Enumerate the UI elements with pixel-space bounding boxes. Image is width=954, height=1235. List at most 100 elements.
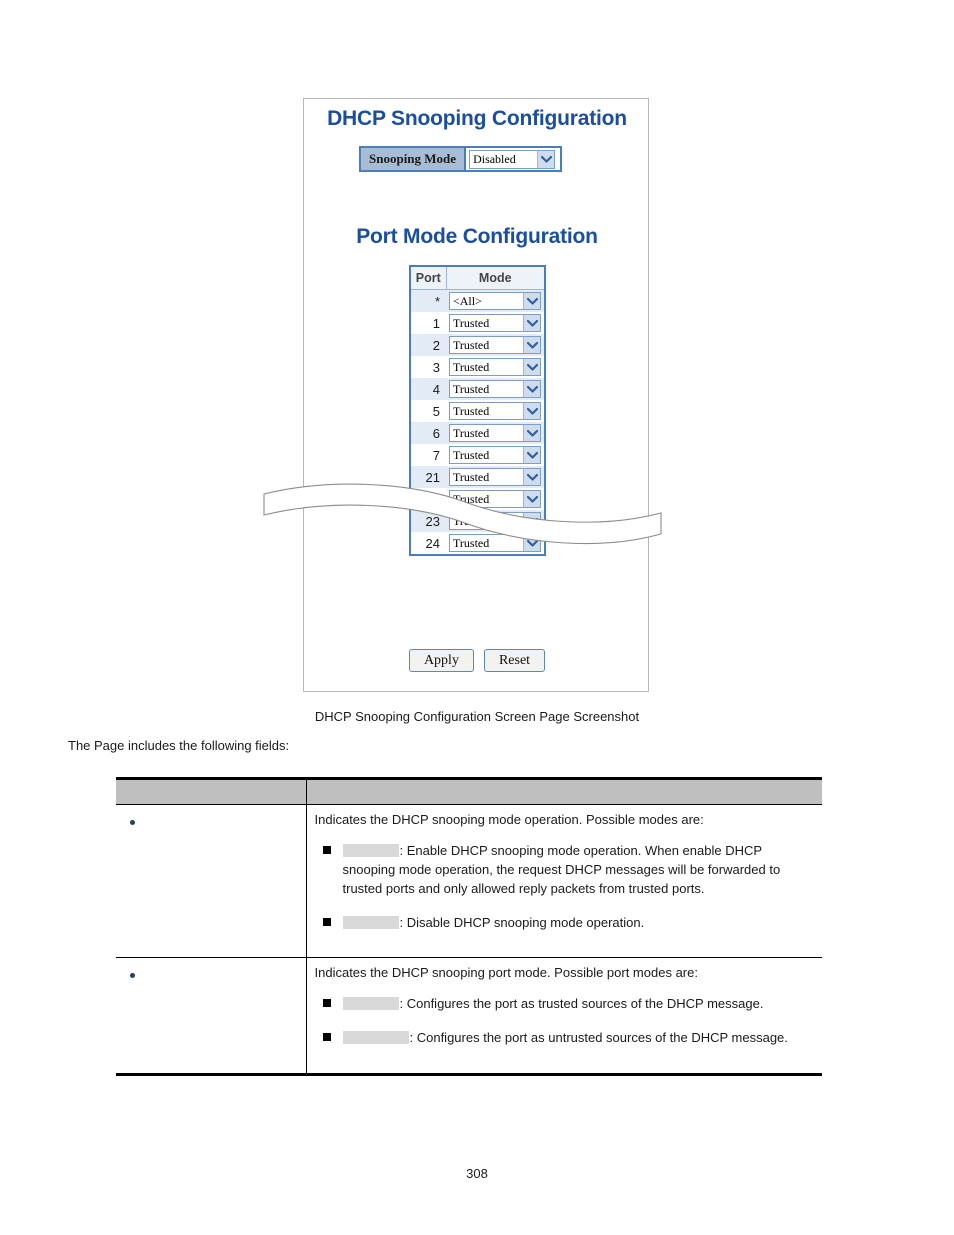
square-bullet-icon — [322, 846, 331, 854]
chevron-down-icon[interactable] — [523, 381, 540, 397]
description-item-text: : Configures the port as untrusted sourc… — [342, 1029, 817, 1048]
port-number-cell: 1 — [411, 312, 446, 334]
port-number-cell: 3 — [411, 356, 446, 378]
port-mode-value: Trusted — [453, 514, 490, 528]
chevron-down-icon[interactable] — [523, 359, 540, 375]
port-mode-cell: Trusted — [446, 312, 544, 334]
field-name-cell — [116, 803, 307, 958]
table-row: 24 Trusted — [411, 532, 544, 554]
port-number-cell: 23 — [411, 510, 446, 532]
description-bullet-item: : Configures the port as trusted sources… — [315, 995, 817, 1014]
port-number-cell: 6 — [411, 422, 446, 444]
reset-button[interactable]: Reset — [483, 649, 546, 673]
chevron-down-icon[interactable] — [523, 469, 540, 485]
chevron-down-icon[interactable] — [523, 535, 540, 551]
description-item-text: : Configures the port as trusted sources… — [342, 995, 817, 1014]
table-row: 4 Trusted — [411, 378, 544, 400]
snooping-mode-label: Snooping Mode — [361, 148, 467, 170]
figure-caption: DHCP Snooping Configuration Screen Page … — [314, 709, 640, 724]
field-table-row: Indicates the DHCP snooping mode operati… — [116, 803, 822, 958]
redacted-term-box — [342, 1031, 409, 1045]
port-mode-select[interactable]: Trusted — [449, 512, 541, 530]
port-number-cell: 7 — [411, 444, 446, 466]
field-name-cell — [116, 957, 307, 1075]
snooping-mode-select-wrapper: Disabled — [466, 148, 561, 170]
table-row: 21 Trusted — [411, 466, 544, 488]
chevron-down-icon[interactable] — [523, 337, 540, 353]
table-row: 7 Trusted — [411, 444, 544, 466]
field-table-header-row — [116, 778, 822, 805]
port-mode-value: Trusted — [453, 338, 490, 352]
column-header-object — [116, 778, 307, 805]
port-table-body: * <All> 1 Trusted 2 Trusted 3 Trusted 4 Trusted 5 T… — [411, 289, 544, 554]
description-item-text: : Disable DHCP snooping mode operation. — [342, 914, 817, 933]
redacted-term-box — [342, 844, 399, 857]
chevron-down-icon[interactable] — [523, 447, 540, 463]
chevron-down-icon[interactable] — [523, 293, 540, 309]
table-header-row: Port Mode — [411, 267, 544, 290]
bullet-icon — [130, 820, 135, 826]
port-mode-value: Trusted — [453, 426, 490, 440]
port-mode-select[interactable]: Trusted — [449, 314, 541, 332]
table-row: 3 Trusted — [411, 356, 544, 378]
chevron-down-icon[interactable] — [523, 425, 540, 441]
apply-button[interactable]: Apply — [408, 649, 474, 673]
description-bullet-item: : Configures the port as untrusted sourc… — [315, 1029, 817, 1048]
table-row: 23 Trusted — [411, 510, 544, 532]
chevron-down-icon[interactable] — [523, 403, 540, 419]
port-mode-select[interactable]: Trusted — [449, 534, 541, 552]
column-header-port: Port — [411, 267, 447, 290]
table-row: 1 Trusted — [411, 312, 544, 334]
port-mode-cell: Trusted — [446, 334, 544, 356]
port-mode-value: Trusted — [453, 448, 490, 462]
port-mode-value: Trusted — [453, 382, 490, 396]
port-mode-value: Trusted — [453, 316, 490, 330]
port-mode-cell: Trusted — [446, 466, 544, 488]
chevron-down-icon[interactable] — [523, 491, 540, 507]
table-row: 6 Trusted — [411, 422, 544, 444]
snooping-mode-row: Snooping Mode Disabled — [359, 146, 563, 172]
port-mode-select[interactable]: Trusted — [449, 468, 541, 486]
square-bullet-icon — [322, 999, 331, 1008]
port-mode-value: Trusted — [453, 536, 490, 550]
chevron-down-icon[interactable] — [523, 315, 540, 331]
square-bullet-icon — [322, 917, 331, 926]
chevron-down-icon[interactable] — [523, 513, 540, 529]
snooping-mode-value: Disabled — [473, 152, 516, 166]
port-mode-value: Trusted — [453, 470, 490, 484]
port-mode-table-wrapper: Port Mode * <All> 1 Trusted 2 Trusted 3 Trusted… — [409, 265, 546, 556]
description-lead-text: Indicates the DHCP snooping port mode. P… — [314, 965, 698, 981]
port-mode-select[interactable]: Trusted — [449, 380, 541, 398]
port-mode-select[interactable]: Trusted — [449, 490, 541, 508]
chevron-down-icon[interactable] — [537, 150, 555, 168]
field-description-cell: Indicates the DHCP snooping mode operati… — [306, 803, 822, 958]
table-row: 2 Trusted — [411, 334, 544, 356]
port-mode-cell: Trusted — [446, 378, 544, 400]
table-row: * <All> — [411, 289, 544, 312]
intro-paragraph: The Page includes the following fields: — [68, 738, 290, 753]
port-mode-select[interactable]: Trusted — [449, 336, 541, 354]
port-mode-select[interactable]: <All> — [449, 292, 541, 310]
bullet-icon — [130, 973, 135, 979]
port-mode-cell: Trusted — [446, 422, 544, 444]
port-mode-select[interactable]: Trusted — [449, 424, 541, 442]
screenshot-frame: DHCP Snooping Configuration Snooping Mod… — [303, 98, 649, 692]
port-mode-cell: <All> — [446, 289, 544, 312]
port-number-cell: * — [411, 289, 446, 312]
port-mode-cell: Trusted — [446, 488, 544, 510]
redacted-term-box — [342, 997, 399, 1011]
port-mode-select[interactable]: Trusted — [449, 446, 541, 464]
port-mode-select[interactable]: Trusted — [449, 358, 541, 376]
field-description-table-wrapper: Indicates the DHCP snooping mode operati… — [116, 777, 822, 1077]
port-mode-select[interactable]: Trusted — [449, 402, 541, 420]
form-button-row: Apply Reset — [304, 649, 650, 673]
page-number: 308 — [466, 1166, 488, 1181]
section-title-port-mode: Port Mode Configuration — [356, 225, 598, 248]
port-number-cell: 21 — [411, 466, 446, 488]
field-description-cell: Indicates the DHCP snooping port mode. P… — [306, 957, 822, 1075]
port-mode-cell: Trusted — [446, 400, 544, 422]
page-title: DHCP Snooping Configuration — [327, 107, 627, 130]
port-number-cell: 5 — [411, 400, 446, 422]
port-number-cell: 24 — [411, 532, 446, 554]
snooping-mode-select[interactable]: Disabled — [469, 149, 556, 169]
